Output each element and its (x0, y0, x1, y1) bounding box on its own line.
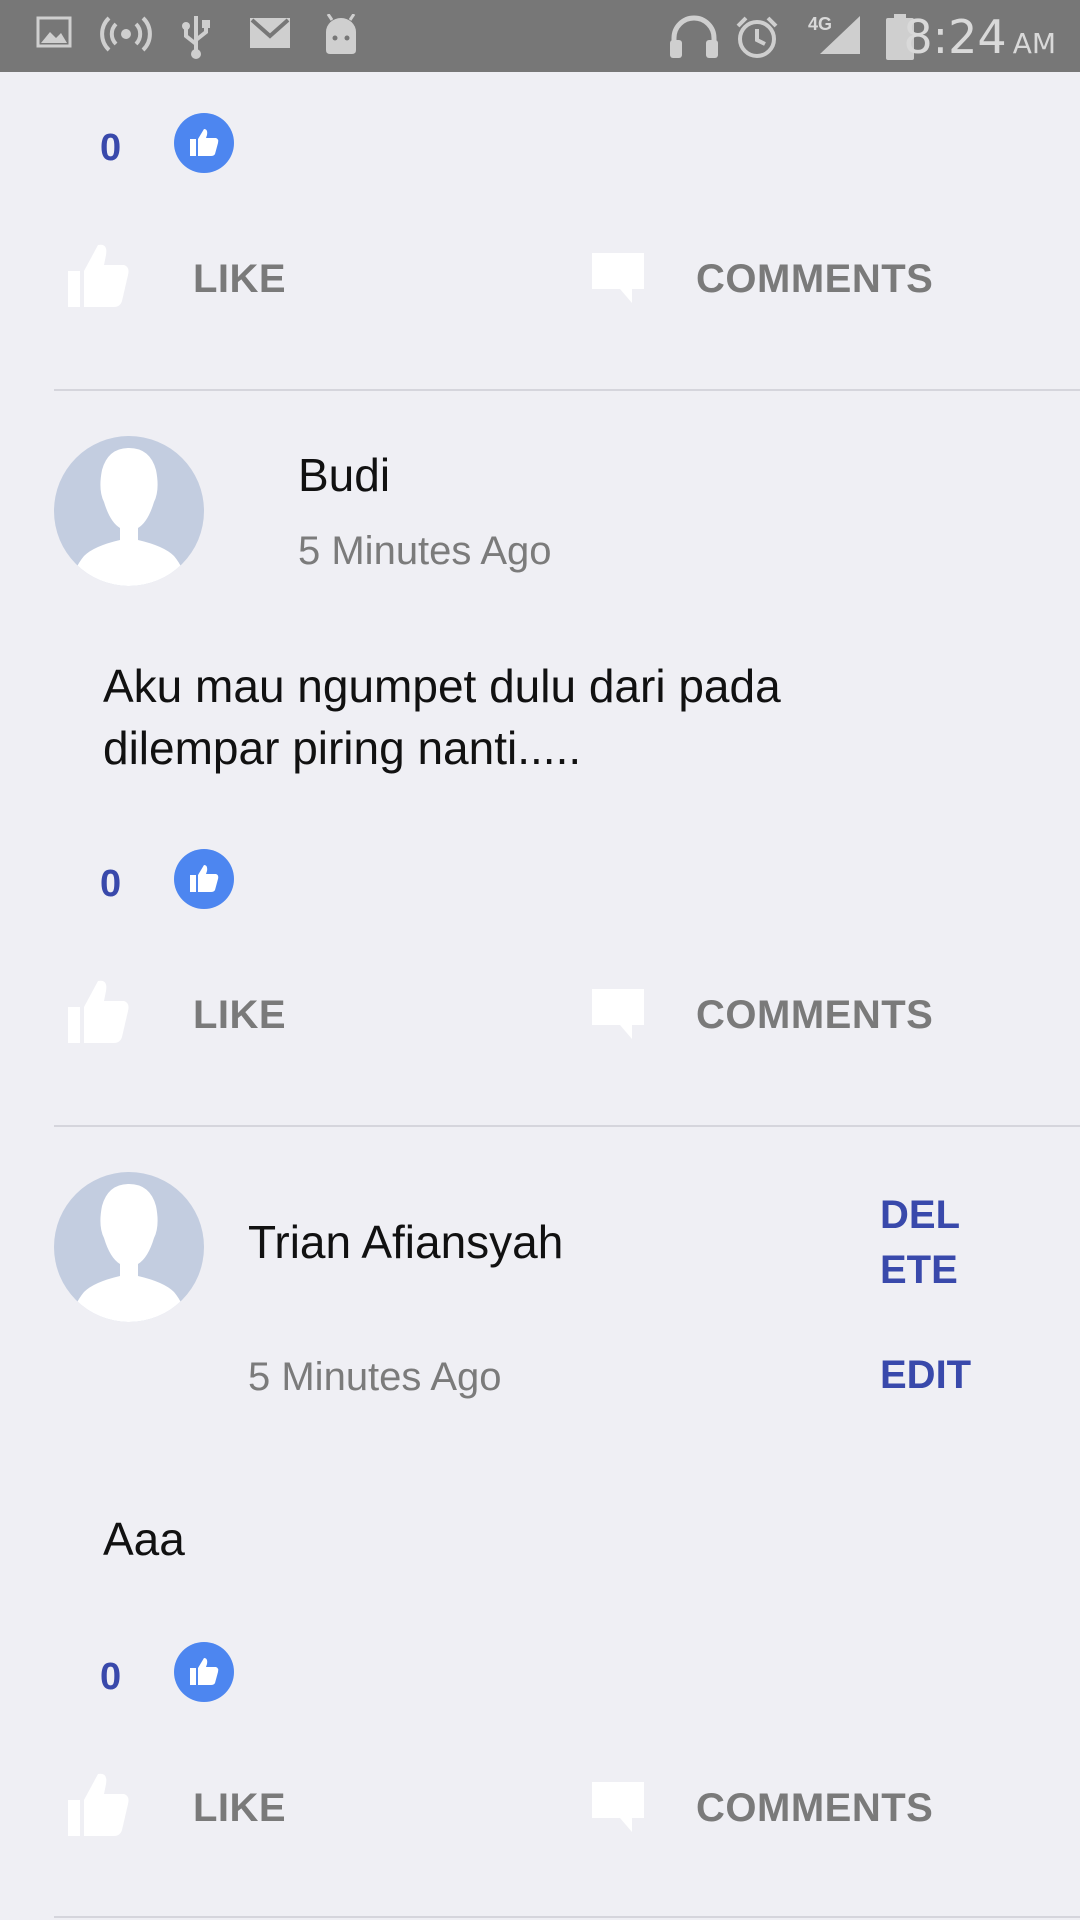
usb-icon (178, 14, 214, 65)
post-timestamp: 5 Minutes Ago (298, 529, 552, 573)
cell-signal-icon (818, 14, 862, 61)
post-author[interactable]: Budi (298, 448, 390, 502)
delete-button[interactable]: DEL ETE (880, 1188, 990, 1298)
post-actions: LIKE COMMENTS (0, 239, 1080, 319)
like-button[interactable] (66, 239, 132, 314)
post-actions: LIKE COMMENTS (0, 1768, 1080, 1848)
clock-ampm: AM (1012, 27, 1056, 60)
post-content: Aku mau ngumpet dulu dari pada dilempar … (103, 660, 781, 774)
like-label[interactable]: LIKE (193, 993, 286, 1038)
alarm-icon (734, 14, 780, 65)
like-reaction-icon (174, 1642, 234, 1702)
like-count-row: 0 (0, 1642, 1080, 1712)
like-count: 0 (100, 127, 122, 169)
post-divider (54, 1125, 1080, 1127)
avatar[interactable] (54, 436, 204, 586)
status-bar: 4G 8:24 AM (0, 0, 1080, 72)
edit-button[interactable]: EDIT (880, 1348, 971, 1403)
comment-button[interactable] (592, 1782, 644, 1837)
like-button[interactable] (66, 1768, 132, 1843)
like-reaction-icon (174, 849, 234, 909)
like-label[interactable]: LIKE (193, 257, 286, 302)
post-author[interactable]: Trian Afiansyah (248, 1215, 563, 1269)
gmail-icon (248, 14, 292, 57)
like-label[interactable]: LIKE (193, 1786, 286, 1831)
image-icon (36, 14, 72, 55)
post-timestamp: 5 Minutes Ago (248, 1355, 502, 1399)
clock: 8:24 AM (903, 10, 1056, 64)
post-divider (54, 1916, 1080, 1918)
post-divider (54, 389, 1080, 391)
like-count: 0 (100, 1656, 122, 1698)
headset-icon (668, 14, 720, 65)
avatar[interactable] (54, 1172, 204, 1322)
clock-time: 8:24 (903, 10, 1007, 64)
app-root: 4G 8:24 AM 0 LIKE COMMENTS Budi 5 Minute… (0, 0, 1080, 1920)
like-reaction-icon (174, 113, 234, 173)
like-count-row: 0 (0, 113, 1080, 183)
post-actions: LIKE COMMENTS (0, 975, 1080, 1055)
comment-button[interactable] (592, 989, 644, 1044)
like-button[interactable] (66, 975, 132, 1050)
comments-label[interactable]: COMMENTS (696, 993, 933, 1038)
comments-label[interactable]: COMMENTS (696, 1786, 933, 1831)
like-count-row: 0 (0, 849, 1080, 919)
wireless-signal-icon (100, 14, 152, 59)
like-count: 0 (100, 863, 122, 905)
comment-button[interactable] (592, 253, 644, 308)
android-icon (322, 13, 360, 61)
post-content: Aaa (103, 1513, 185, 1565)
comments-label[interactable]: COMMENTS (696, 257, 933, 302)
